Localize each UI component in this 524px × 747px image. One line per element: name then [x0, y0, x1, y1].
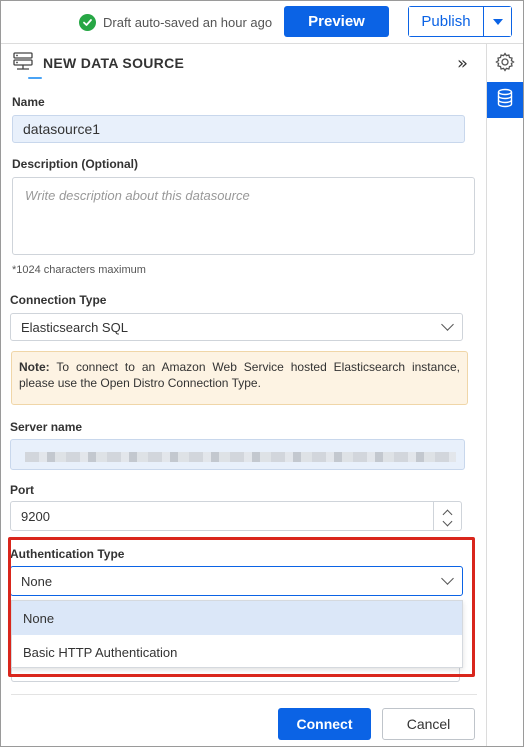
caret-down-icon: [492, 18, 503, 25]
description-hint: *1024 characters maximum: [12, 264, 146, 276]
chevron-down-icon[interactable]: [442, 516, 453, 527]
draft-status: Draft auto-saved an hour ago: [79, 12, 272, 32]
panel-title: NEW DATA SOURCE: [43, 55, 185, 71]
note-prefix: Note:: [19, 360, 50, 374]
port-input[interactable]: 9200: [10, 501, 462, 531]
port-value: 9200: [21, 508, 50, 524]
header-accent: [28, 77, 42, 79]
datasource-rail-button[interactable]: [487, 82, 523, 118]
side-rail: [487, 43, 523, 746]
connect-button[interactable]: Connect: [278, 708, 371, 740]
preview-button[interactable]: Preview: [284, 6, 389, 37]
connection-type-select[interactable]: Elasticsearch SQL: [10, 313, 463, 341]
draft-status-text: Draft auto-saved an hour ago: [103, 14, 273, 30]
publish-button[interactable]: Publish: [409, 7, 484, 36]
check-circle-icon: [79, 13, 96, 31]
description-placeholder: Write description about this datasource: [25, 188, 250, 203]
port-label: Port: [10, 483, 34, 497]
chevron-down-icon: [441, 318, 454, 331]
name-label: Name: [12, 95, 45, 109]
connection-type-label: Connection Type: [10, 293, 107, 307]
settings-rail-button[interactable]: [487, 46, 523, 82]
name-input-value: datasource1: [23, 121, 101, 137]
highlight-box: [8, 537, 475, 677]
name-input[interactable]: datasource1: [12, 115, 465, 143]
server-name-label: Server name: [10, 420, 83, 434]
note-text: To connect to an Amazon Web Service host…: [19, 360, 460, 390]
footer-divider: [11, 694, 477, 695]
server-icon: [12, 51, 34, 76]
publish-menu-button[interactable]: [484, 7, 511, 36]
connection-note: Note: To connect to an Amazon Web Servic…: [11, 351, 468, 405]
description-label: Description (Optional): [12, 157, 138, 171]
port-stepper[interactable]: [433, 502, 461, 530]
database-icon: [496, 88, 514, 113]
server-name-input[interactable]: [10, 439, 465, 470]
top-bar: Draft auto-saved an hour ago Preview Pub…: [1, 1, 523, 43]
cancel-button[interactable]: Cancel: [382, 708, 475, 740]
gear-icon: [495, 51, 515, 77]
description-textarea[interactable]: Write description about this datasource: [12, 177, 475, 255]
connection-type-value: Elasticsearch SQL: [21, 319, 128, 335]
publish-split-button: Publish: [408, 6, 512, 37]
panel-header: NEW DATA SOURCE: [12, 51, 185, 76]
data-source-panel: NEW DATA SOURCE » Name datasource1 Descr…: [1, 43, 487, 746]
redacted-server-value: [25, 452, 456, 462]
collapse-panel-icon[interactable]: »: [457, 53, 468, 74]
